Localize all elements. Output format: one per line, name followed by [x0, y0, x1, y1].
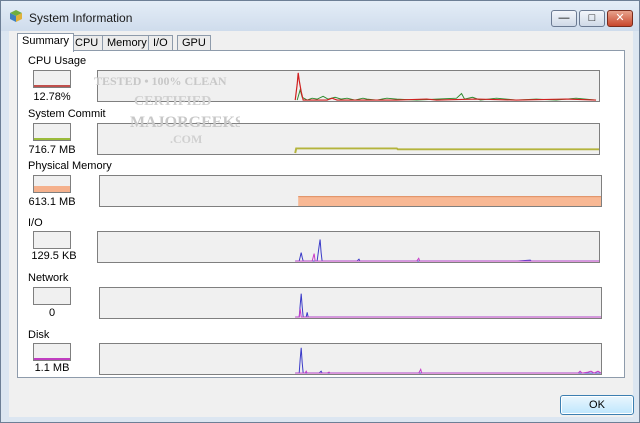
title-bar[interactable]: System Information — □ ✕: [1, 1, 639, 31]
system-commit-graph: [97, 123, 600, 155]
physical-memory-meter: [33, 175, 71, 193]
disk-label: Disk: [28, 329, 50, 341]
system-commit-label: System Commit: [28, 108, 106, 120]
io-label: I/O: [28, 217, 43, 229]
tab-summary-label: Summary: [22, 35, 70, 47]
io-write-trace: [295, 253, 599, 262]
close-icon: ✕: [615, 12, 625, 24]
cpu-kernel-trace: [294, 72, 597, 101]
io-graph: [97, 231, 600, 263]
maximize-button[interactable]: □: [579, 10, 605, 27]
tab-memory[interactable]: Memory: [102, 35, 152, 51]
cpu-usage-graph: [97, 70, 600, 102]
disk-write-trace: [295, 367, 601, 374]
ok-button[interactable]: OK: [560, 395, 634, 415]
physical-memory-label: Physical Memory: [28, 160, 112, 172]
cpu-usage-meter: [33, 70, 71, 88]
physical-memory-value: 613.1 MB: [28, 196, 76, 208]
tab-memory-label: Memory: [107, 37, 147, 49]
physical-memory-graph: [99, 175, 602, 207]
tab-summary[interactable]: Summary: [17, 33, 75, 52]
system-commit-meter: [33, 123, 71, 141]
disk-meter: [33, 343, 71, 361]
network-send-trace: [295, 308, 601, 318]
tab-io-label: I/O: [153, 37, 168, 49]
system-information-window: System Information — □ ✕ Summary CPU Mem…: [0, 0, 640, 423]
cpu-usage-meter-fill: [34, 85, 70, 87]
io-value: 129.5 KB: [31, 250, 77, 262]
maximize-icon: □: [588, 12, 596, 24]
physical-memory-meter-fill: [34, 186, 70, 192]
close-button[interactable]: ✕: [607, 10, 633, 27]
physical-memory-area: [298, 196, 601, 206]
disk-value: 1.1 MB: [34, 362, 70, 374]
cpu-usage-value: 12.78%: [33, 91, 71, 103]
network-value: 0: [48, 307, 56, 319]
cpu-usage-label: CPU Usage: [28, 55, 87, 67]
system-commit-meter-fill: [34, 138, 70, 140]
disk-graph: [99, 343, 602, 375]
network-label: Network: [28, 272, 69, 284]
disk-read-trace: [295, 347, 601, 374]
network-meter: [33, 287, 71, 305]
minimize-icon: —: [558, 12, 570, 24]
minimize-button[interactable]: —: [551, 10, 577, 27]
network-receive-trace: [295, 293, 601, 318]
window-title: System Information: [29, 11, 133, 25]
tab-gpu[interactable]: GPU: [177, 35, 211, 51]
tab-io[interactable]: I/O: [148, 35, 173, 51]
dialog-client-area: Summary CPU Memory I/O GPU CPU Usage 12.…: [9, 31, 634, 417]
tab-cpu[interactable]: CPU: [70, 35, 104, 51]
tab-gpu-label: GPU: [182, 37, 206, 49]
tab-cpu-label: CPU: [75, 37, 99, 49]
system-commit-trace: [294, 147, 599, 154]
disk-meter-fill: [34, 358, 70, 360]
app-icon: [10, 10, 22, 22]
network-graph: [99, 287, 602, 319]
io-read-trace: [295, 239, 599, 262]
summary-panel: CPU Usage 12.78% System Commit 716.7 MB: [17, 50, 625, 378]
io-meter: [33, 231, 71, 249]
cpu-user-trace: [296, 87, 597, 101]
system-commit-value: 716.7 MB: [28, 144, 76, 156]
